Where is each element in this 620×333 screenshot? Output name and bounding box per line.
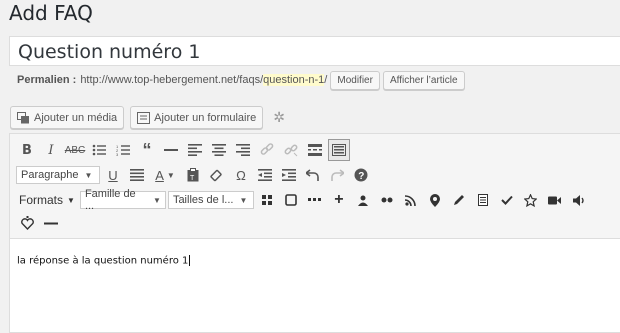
text-color-icon: A — [155, 167, 164, 183]
underline-icon[interactable]: U — [102, 164, 124, 186]
redo-icon[interactable] — [326, 164, 348, 186]
star-icon[interactable] — [520, 189, 542, 211]
toolbar-row-4 — [16, 212, 62, 234]
read-more-icon[interactable] — [304, 139, 326, 161]
pencil-icon[interactable] — [448, 189, 470, 211]
formats-menu-label: Formats — [19, 193, 64, 207]
grid-icon[interactable] — [256, 189, 278, 211]
font-family-select[interactable]: Famille de ... ▼ — [79, 188, 166, 212]
align-left-icon[interactable] — [184, 139, 206, 161]
editor-toolbar: B I ABC 123 “ Paragraphe ▼ U A ▼ T Ω ? F… — [10, 134, 620, 239]
outdent-icon[interactable] — [254, 164, 276, 186]
toolbar-toggle-icon[interactable] — [328, 139, 350, 161]
box-icon[interactable] — [280, 189, 302, 211]
view-post-button[interactable]: Afficher l’article — [382, 70, 465, 90]
more-dots-icon[interactable] — [304, 189, 326, 211]
page-title: Add FAQ — [9, 1, 93, 25]
checkmark-icon[interactable] — [496, 189, 518, 211]
help-icon[interactable]: ? — [350, 164, 372, 186]
toolbar-row-1: B I ABC 123 “ — [16, 139, 350, 161]
special-character-icon[interactable]: Ω — [230, 164, 252, 186]
blockquote-icon[interactable]: “ — [136, 139, 158, 161]
text-color-button[interactable]: A ▼ — [150, 164, 180, 186]
permalink-base[interactable]: http://www.top-hebergement.net/faqs/ — [80, 74, 263, 86]
plus-icon[interactable]: + — [328, 189, 350, 211]
video-icon[interactable] — [544, 189, 566, 211]
font-family-value: Famille de ... — [84, 188, 136, 212]
strikethrough-icon[interactable]: ABC — [64, 139, 86, 161]
permalink-label: Permalien : — [17, 74, 77, 86]
svg-text:?: ? — [358, 171, 364, 182]
post-title-input[interactable]: Question numéro 1 — [9, 36, 620, 66]
permalink-slug[interactable]: question-n-1 — [263, 74, 325, 86]
svg-text:3: 3 — [116, 152, 119, 156]
add-form-label: Ajouter un formulaire — [154, 111, 257, 124]
rss-icon[interactable] — [400, 189, 422, 211]
document-icon[interactable] — [472, 189, 494, 211]
justify-icon[interactable] — [126, 164, 148, 186]
settings-gear-icon[interactable]: ✲ — [273, 109, 285, 126]
align-center-icon[interactable] — [208, 139, 230, 161]
font-size-select[interactable]: Tailles de l... ▼ — [167, 191, 254, 209]
editor-content-text: la réponse à la question numéro 1 — [17, 255, 189, 267]
form-icon — [137, 111, 151, 124]
align-right-icon[interactable] — [232, 139, 254, 161]
svg-text:T: T — [190, 175, 195, 182]
unlink-icon[interactable] — [280, 139, 302, 161]
editor: B I ABC 123 “ Paragraphe ▼ U A ▼ T Ω ? F… — [9, 133, 620, 333]
permalink-trailing: / — [324, 74, 328, 86]
link-icon[interactable] — [256, 139, 278, 161]
chevron-down-icon: ▼ — [67, 195, 75, 205]
font-size-value: Tailles de l... — [172, 194, 234, 206]
editor-content[interactable]: la réponse à la question numéro 1 — [17, 255, 191, 267]
add-form-button[interactable]: Ajouter un formulaire — [130, 106, 264, 129]
chevron-down-icon: ▼ — [153, 195, 161, 205]
permalink-bar: Permalien : http://www.top-hebergement.n… — [17, 69, 465, 91]
clear-formatting-icon[interactable] — [206, 164, 228, 186]
user-icon[interactable] — [352, 189, 374, 211]
format-select[interactable]: Paragraphe ▼ — [16, 166, 100, 184]
edit-permalink-button[interactable]: Modifier — [330, 70, 380, 90]
add-media-label: Ajouter un média — [34, 111, 118, 124]
chevron-down-icon: ▼ — [166, 170, 175, 180]
chevron-down-icon: ▼ — [239, 195, 248, 205]
separator-icon[interactable] — [40, 212, 62, 234]
numbered-list-icon[interactable]: 123 — [112, 139, 134, 161]
chevron-down-icon: ▼ — [84, 170, 93, 180]
indent-icon[interactable] — [278, 164, 300, 186]
toolbar-row-3: Formats ▼ Famille de ... ▼ Tailles de l.… — [16, 188, 590, 212]
bullet-list-icon[interactable] — [88, 139, 110, 161]
italic-icon[interactable]: I — [40, 139, 62, 161]
horizontal-line-icon[interactable] — [160, 139, 182, 161]
carousel-dots-icon[interactable] — [376, 189, 398, 211]
add-media-button[interactable]: Ajouter un média — [10, 106, 125, 129]
text-cursor — [189, 255, 191, 266]
toolbar-row-2: Paragraphe ▼ U A ▼ T Ω ? — [16, 164, 372, 186]
map-pin-icon[interactable] — [424, 189, 446, 211]
media-buttons: Ajouter un média Ajouter un formulaire ✲ — [10, 106, 285, 129]
paste-text-icon[interactable]: T — [182, 164, 204, 186]
heart-icon[interactable] — [16, 212, 38, 234]
undo-icon[interactable] — [302, 164, 324, 186]
audio-icon[interactable] — [568, 189, 590, 211]
bold-icon[interactable]: B — [16, 139, 38, 161]
format-select-value: Paragraphe — [21, 169, 79, 181]
media-icon — [17, 111, 30, 124]
formats-menu[interactable]: Formats ▼ — [16, 193, 78, 207]
